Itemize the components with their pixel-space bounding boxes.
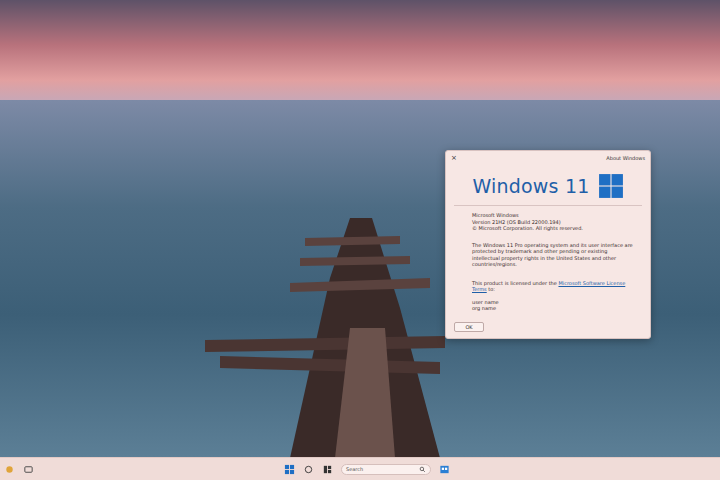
weather-icon[interactable] bbox=[4, 464, 15, 475]
licensee: org name bbox=[472, 305, 636, 312]
licensees: user nameorg name bbox=[472, 299, 636, 312]
info-line: Version 21H2 (OS Build 22000.194) bbox=[472, 219, 636, 226]
license-link[interactable]: Microsoft Software License Terms bbox=[472, 280, 625, 293]
info-line: © Microsoft Corporation. All rights rese… bbox=[472, 225, 636, 232]
legal-text: The Windows 11 Pro operating system and … bbox=[472, 242, 636, 268]
desktop: × About Windows Windows 11 Microsoft Window… bbox=[0, 0, 720, 457]
license-text: This product is licensed under the Micro… bbox=[472, 280, 636, 293]
start-icon[interactable] bbox=[284, 464, 295, 475]
taskbar-left bbox=[4, 464, 34, 475]
taskbar-search[interactable]: Search bbox=[341, 464, 431, 475]
search-placeholder: Search bbox=[346, 466, 363, 472]
store-icon[interactable] bbox=[439, 464, 450, 475]
divider bbox=[454, 205, 642, 206]
widget-icon[interactable] bbox=[23, 464, 34, 475]
title-bar: × About Windows bbox=[446, 151, 650, 165]
search-icon bbox=[419, 466, 426, 473]
window-title: About Windows bbox=[606, 155, 645, 161]
logo-text: Windows 11 bbox=[472, 175, 589, 197]
close-button[interactable]: × bbox=[451, 154, 457, 162]
task-view-icon[interactable] bbox=[303, 464, 314, 475]
taskbar: Search bbox=[0, 457, 720, 480]
windows-logo: Windows 11 bbox=[446, 165, 650, 205]
taskbar-center: Search bbox=[284, 458, 450, 480]
dialog-body: Microsoft WindowsVersion 21H2 (OS Build … bbox=[446, 206, 650, 338]
windows-logo-icon bbox=[598, 173, 624, 199]
ok-button[interactable]: OK bbox=[454, 322, 484, 332]
widgets-icon[interactable] bbox=[322, 464, 333, 475]
version-info: Microsoft WindowsVersion 21H2 (OS Build … bbox=[472, 212, 636, 232]
button-row: OK bbox=[454, 322, 636, 332]
screen: × About Windows Windows 11 Microsoft Window… bbox=[0, 0, 720, 480]
info-line: Microsoft Windows bbox=[472, 212, 636, 219]
licensee: user name bbox=[472, 299, 636, 306]
about-dialog: × About Windows Windows 11 Microsoft Window… bbox=[445, 150, 651, 339]
wallpaper-sky bbox=[0, 0, 720, 100]
